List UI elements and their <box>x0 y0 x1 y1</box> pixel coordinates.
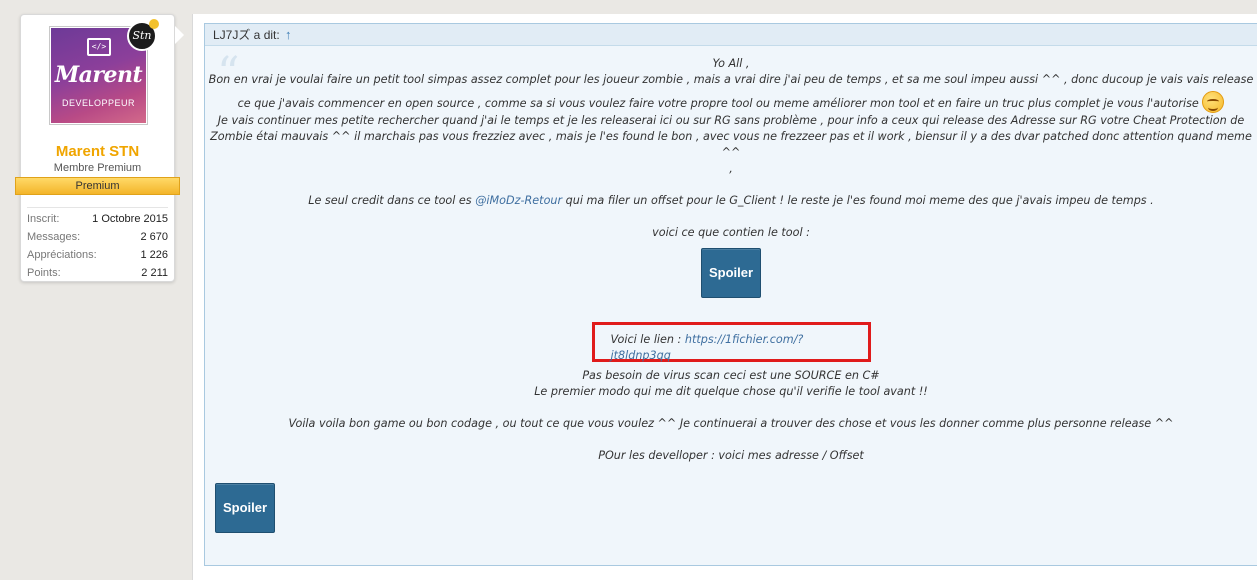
credit-text: Le seul credit dans ce tool es <box>308 194 472 207</box>
code-icon: </> <box>87 38 111 56</box>
quote-line-text: ce que j'avais commencer en open source … <box>237 97 1199 110</box>
stat-value: 2 670 <box>140 231 168 243</box>
quote-line: Zombie étai mauvais ^^ il marchais pas v… <box>210 130 1252 159</box>
message-content: LJ7Jズ a dit: ↑ “ Yo All , Bon en vrai je… <box>192 14 1257 580</box>
stat-row-messages[interactable]: Messages: 2 670 <box>27 228 168 246</box>
contents-line: voici ce que contien le tool : <box>652 226 810 239</box>
stat-label: Appréciations: <box>27 249 97 261</box>
stat-label: Inscrit: <box>27 213 60 225</box>
avatar-sub-text: DEVELOPPEUR <box>61 98 136 108</box>
voila-line: Voila voila bon game ou bon codage , ou … <box>288 417 1174 430</box>
quote-header: LJ7Jズ a dit: ↑ <box>205 24 1257 46</box>
avatar-brand-text: Marent <box>54 62 143 88</box>
spoiler-button-offsets[interactable]: Spoiler <box>215 483 275 533</box>
download-link-highlight: Voici le lien : https://1fichier.com/?jt… <box>591 322 871 362</box>
link-label: Voici le lien : <box>610 333 682 346</box>
stat-row-likes: Appréciations: 1 226 <box>27 246 168 264</box>
quote-line: Yo All , <box>712 57 750 70</box>
credit-text: qui ma filer un offset pour le G_Client … <box>565 194 1154 207</box>
quote-author: LJ7Jズ a dit: <box>213 28 280 42</box>
virus-line: Pas besoin de virus scan ceci est une SO… <box>582 369 880 382</box>
user-stats: Inscrit: 1 Octobre 2015 Messages: 2 670 … <box>27 207 168 282</box>
stat-value: 2 211 <box>141 267 168 279</box>
user-title: Membre Premium <box>53 162 142 174</box>
spoiler-bottom-wrap: Spoiler <box>215 483 275 533</box>
smile-emoji-icon <box>1202 91 1225 113</box>
stat-value: 1 Octobre 2015 <box>92 213 168 225</box>
stat-row-joined: Inscrit: 1 Octobre 2015 <box>27 210 168 228</box>
spoiler-button[interactable]: Spoiler <box>701 248 761 298</box>
mention-link[interactable]: @iMoDz-Retour <box>475 194 562 207</box>
username[interactable]: Marent STN <box>21 143 174 160</box>
stat-label: Messages: <box>27 231 81 243</box>
stat-value: 1 226 <box>140 249 168 261</box>
modo-line: Le premier modo qui me dit quelque chose… <box>534 385 928 398</box>
quote-line: Bon en vrai je voulai faire un petit too… <box>208 73 1254 86</box>
stat-label: Points: <box>27 267 61 279</box>
quote-line: , <box>729 162 733 175</box>
quote-line: ce que j'avais commencer en open source … <box>205 91 1257 113</box>
devs-line: POur les develloper : voici mes adresse … <box>598 449 864 462</box>
badge-dot-icon <box>149 19 159 29</box>
credit-line: Le seul credit dans ce tool es @iMoDz-Re… <box>205 193 1257 209</box>
user-panel: </> Marent DEVELOPPEUR Stn Marent STN Me… <box>15 14 180 282</box>
team-badge-icon: Stn <box>127 19 159 51</box>
quote-body: Yo All , Bon en vrai je voulai faire un … <box>205 56 1257 464</box>
badge-text: Stn <box>132 29 152 42</box>
jump-to-quote-icon[interactable]: ↑ <box>285 27 292 42</box>
panel-arrow <box>175 26 184 44</box>
stat-row-points[interactable]: Points: 2 211 <box>27 264 168 282</box>
premium-ribbon: Premium <box>15 177 180 195</box>
quote-line: Je vais continuer mes petite rechercher … <box>217 114 1245 127</box>
quote-block: LJ7Jズ a dit: ↑ “ Yo All , Bon en vrai je… <box>204 23 1257 566</box>
